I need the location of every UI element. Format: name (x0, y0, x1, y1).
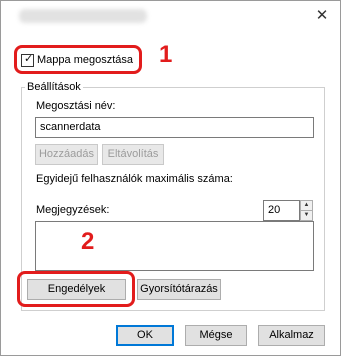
remove-button[interactable]: Eltávolítás (102, 144, 164, 165)
comments-label: Megjegyzések: (36, 204, 110, 216)
window-title-blurred (19, 9, 147, 23)
apply-button[interactable]: Alkalmaz (258, 325, 325, 346)
stepper-up-icon[interactable]: ▲ (301, 201, 312, 211)
max-users-label: Egyidejű felhasználók maximális száma: (36, 173, 233, 185)
cancel-button[interactable]: Mégse (185, 325, 247, 346)
comments-textarea[interactable] (35, 221, 314, 271)
add-button[interactable]: Hozzáadás (35, 144, 98, 165)
annotation-box-1 (14, 45, 142, 74)
share-name-label: Megosztási név: (36, 100, 116, 112)
annotation-box-2 (17, 271, 135, 307)
title-bar: ✕ (1, 1, 340, 31)
annotation-number-2: 2 (81, 228, 95, 255)
ok-button[interactable]: OK (116, 325, 174, 346)
caching-button[interactable]: Gyorsítótárazás (137, 279, 221, 300)
max-users-stepper[interactable]: ▲ ▼ (300, 200, 313, 221)
close-icon[interactable]: ✕ (312, 6, 332, 26)
advanced-sharing-dialog: ✕ ✓ Mappa megosztása 1 Beállítások Megos… (0, 0, 341, 356)
share-name-field[interactable]: scannerdata (35, 117, 314, 138)
max-users-field[interactable]: 20 (263, 200, 300, 221)
settings-group-label: Beállítások (25, 81, 83, 93)
annotation-number-1: 1 (159, 41, 173, 68)
stepper-down-icon[interactable]: ▼ (301, 211, 312, 220)
